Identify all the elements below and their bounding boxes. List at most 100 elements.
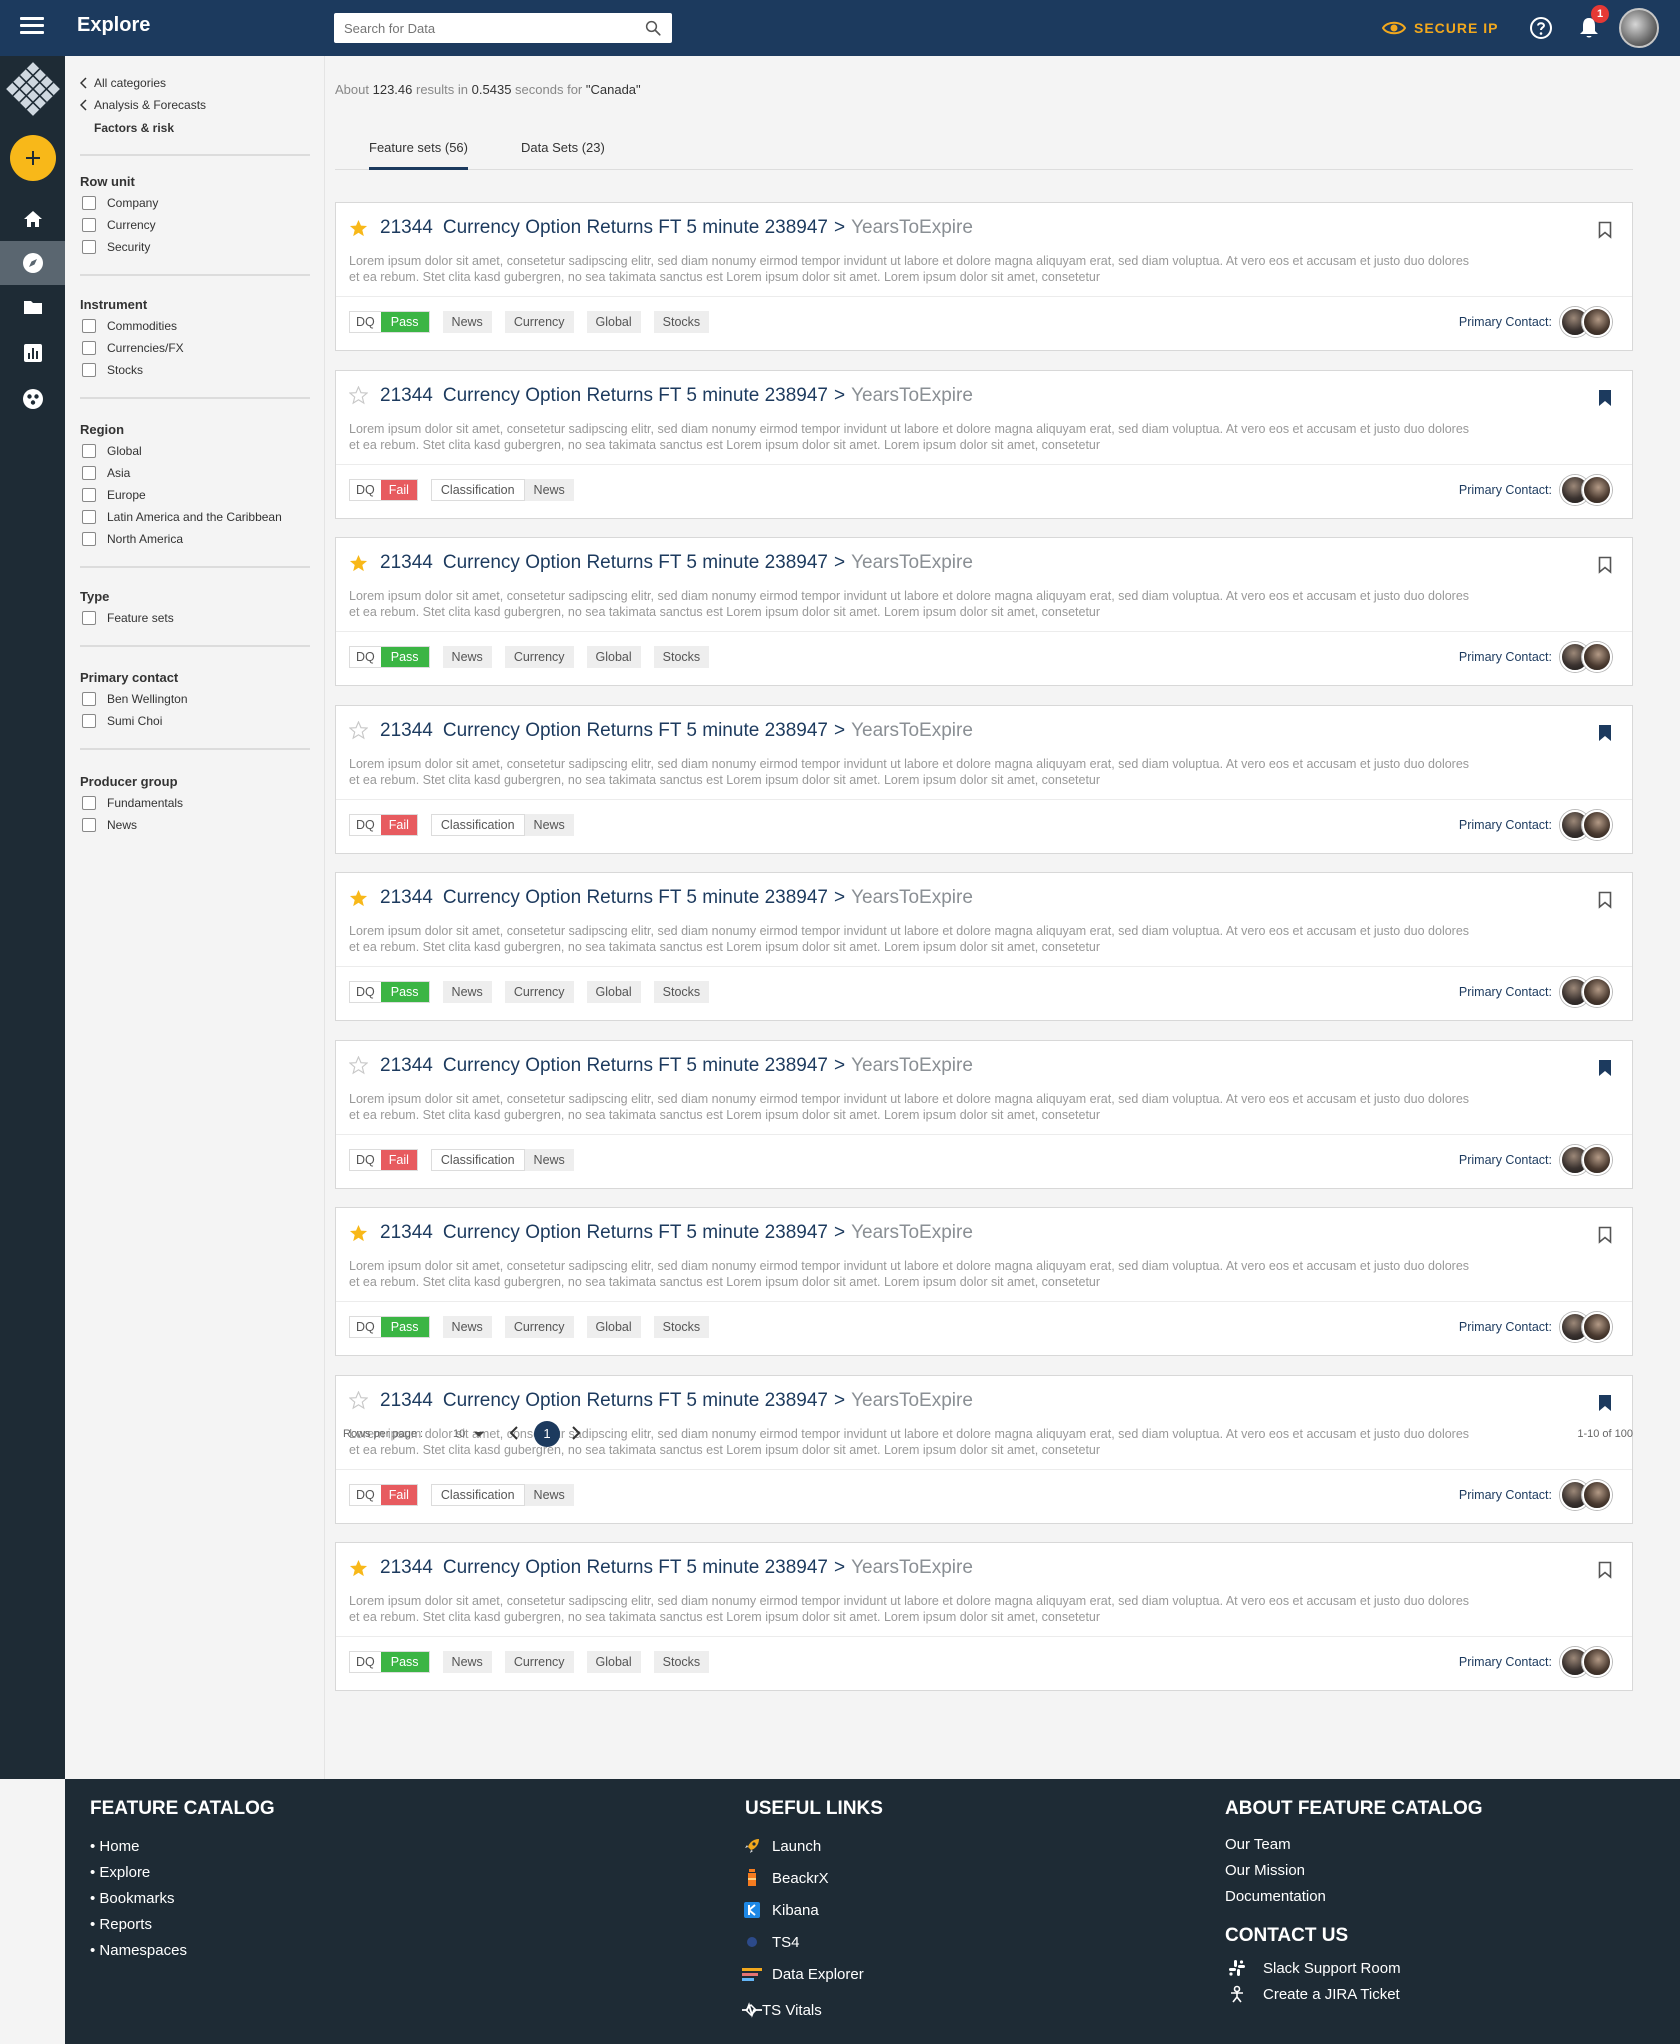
result-card[interactable]: 21344 Currency Option Returns FT 5 minute… xyxy=(335,369,1633,519)
footer-link-ts4[interactable]: TS4 xyxy=(742,1933,800,1951)
tag[interactable]: News xyxy=(524,1148,574,1171)
tag[interactable]: News xyxy=(442,311,492,333)
rail-item-namespaces[interactable] xyxy=(0,377,65,421)
footer-link-documentation[interactable]: Documentation xyxy=(1225,1888,1326,1905)
facet-option[interactable]: News xyxy=(82,818,137,832)
bookmark-icon[interactable] xyxy=(1598,389,1612,407)
help-icon[interactable] xyxy=(1529,16,1553,40)
checkbox[interactable] xyxy=(82,240,96,254)
tag[interactable]: Classification xyxy=(430,1148,525,1171)
footer-link-reports[interactable]: • Reports xyxy=(90,1912,187,1938)
card-title[interactable]: 21344 Currency Option Returns FT 5 minute… xyxy=(349,552,973,574)
footer-link-explore[interactable]: • Explore xyxy=(90,1860,187,1886)
tag[interactable]: Classification xyxy=(430,813,525,836)
footer-link-bookmarks[interactable]: • Bookmarks xyxy=(90,1886,187,1912)
star-icon[interactable] xyxy=(349,386,368,405)
tag[interactable]: Classification xyxy=(430,1483,525,1506)
card-title[interactable]: 21344 Currency Option Returns FT 5 minute… xyxy=(349,217,973,239)
star-icon[interactable] xyxy=(349,1559,368,1578)
bookmark-icon[interactable] xyxy=(1598,221,1612,239)
tag[interactable]: Stocks xyxy=(653,1651,710,1673)
footer-link-our-team[interactable]: Our Team xyxy=(1225,1836,1291,1853)
footer-link-launch[interactable]: Launch xyxy=(742,1837,821,1855)
tag[interactable]: News xyxy=(442,646,492,668)
avatar[interactable] xyxy=(1582,1647,1612,1677)
facet-option[interactable]: Company xyxy=(82,196,158,210)
bookmark-icon[interactable] xyxy=(1598,724,1612,742)
tag[interactable]: News xyxy=(442,1316,492,1338)
star-icon[interactable] xyxy=(349,889,368,908)
chevron-left-icon[interactable] xyxy=(509,1425,519,1441)
page-button-current[interactable]: 1 xyxy=(534,1421,560,1447)
tag[interactable]: Currency xyxy=(504,1316,574,1338)
facet-option[interactable]: Stocks xyxy=(82,363,143,377)
tag[interactable]: Global xyxy=(586,1651,641,1673)
diamond-logo[interactable] xyxy=(6,62,60,116)
tag[interactable]: Currency xyxy=(504,311,574,333)
card-title[interactable]: 21344 Currency Option Returns FT 5 minute… xyxy=(349,720,973,742)
facet-option[interactable]: Commodities xyxy=(82,319,177,333)
tag[interactable]: Currency xyxy=(504,981,574,1003)
tag[interactable]: Classification xyxy=(430,478,525,501)
facet-option[interactable]: Feature sets xyxy=(82,611,174,625)
bookmark-icon[interactable] xyxy=(1598,1059,1612,1077)
facet-option[interactable]: Sumi Choi xyxy=(82,714,162,728)
tag[interactable]: News xyxy=(442,1651,492,1673)
checkbox[interactable] xyxy=(82,196,96,210)
checkbox[interactable] xyxy=(82,796,96,810)
add-button[interactable] xyxy=(10,135,56,181)
rows-per-page-select[interactable]: 10 xyxy=(453,1428,485,1440)
footer-link-beackrx[interactable]: BeackrX xyxy=(742,1869,829,1887)
result-card[interactable]: 21344 Currency Option Returns FT 5 minute… xyxy=(335,1039,1633,1189)
tag[interactable]: Stocks xyxy=(653,981,710,1003)
menu-icon[interactable] xyxy=(20,17,44,39)
checkbox[interactable] xyxy=(82,466,96,480)
facet-option[interactable]: North America xyxy=(82,532,183,546)
card-title[interactable]: 21344 Currency Option Returns FT 5 minute… xyxy=(349,1222,973,1244)
avatar[interactable] xyxy=(1582,809,1612,840)
checkbox[interactable] xyxy=(82,218,96,232)
search-icon[interactable] xyxy=(644,19,662,37)
result-card[interactable]: 21344 Currency Option Returns FT 5 minute… xyxy=(335,872,1633,1021)
secure-ip-indicator[interactable]: SECURE IP xyxy=(1382,17,1498,39)
rail-item-folders[interactable] xyxy=(0,285,65,329)
card-title[interactable]: 21344 Currency Option Returns FT 5 minute… xyxy=(349,1390,973,1412)
bookmark-icon[interactable] xyxy=(1598,1226,1612,1244)
facet-option[interactable]: Europe xyxy=(82,488,146,502)
result-card[interactable]: 21344 Currency Option Returns FT 5 minute… xyxy=(335,704,1633,854)
result-card[interactable]: 21344 Currency Option Returns FT 5 minute… xyxy=(335,1542,1633,1691)
tab-feature-sets[interactable]: Feature sets (56) xyxy=(369,140,468,170)
footer-link-kibana[interactable]: Kibana xyxy=(742,1901,819,1919)
tag[interactable]: Stocks xyxy=(653,1316,710,1338)
card-title[interactable]: 21344 Currency Option Returns FT 5 minute… xyxy=(349,1557,973,1579)
bookmark-icon[interactable] xyxy=(1598,1561,1612,1579)
facet-option[interactable]: Latin America and the Caribbean xyxy=(82,510,282,524)
checkbox[interactable] xyxy=(82,714,96,728)
checkbox[interactable] xyxy=(82,818,96,832)
checkbox[interactable] xyxy=(82,319,96,333)
tag[interactable]: Stocks xyxy=(653,646,710,668)
breadcrumb-analysis[interactable]: Analysis & Forecasts xyxy=(80,98,206,112)
star-icon[interactable] xyxy=(349,721,368,740)
tag[interactable]: Global xyxy=(586,311,641,333)
footer-link-home[interactable]: • Home xyxy=(90,1834,187,1860)
search-box[interactable] xyxy=(334,13,672,43)
rail-item-home[interactable] xyxy=(0,197,65,241)
star-icon[interactable] xyxy=(349,219,368,238)
checkbox[interactable] xyxy=(82,488,96,502)
card-title[interactable]: 21344 Currency Option Returns FT 5 minute… xyxy=(349,385,973,407)
bookmark-icon[interactable] xyxy=(1598,556,1612,574)
avatar[interactable] xyxy=(1582,307,1612,337)
checkbox[interactable] xyxy=(82,341,96,355)
star-icon[interactable] xyxy=(349,1224,368,1243)
facet-option[interactable]: Currencies/FX xyxy=(82,341,184,355)
result-card[interactable]: 21344 Currency Option Returns FT 5 minute… xyxy=(335,1374,1633,1524)
bookmark-icon[interactable] xyxy=(1598,891,1612,909)
breadcrumb-all-categories[interactable]: All categories xyxy=(80,76,166,90)
checkbox[interactable] xyxy=(82,510,96,524)
facet-option[interactable]: Security xyxy=(82,240,150,254)
avatar[interactable] xyxy=(1582,977,1612,1007)
result-card[interactable]: 21344 Currency Option Returns FT 5 minute… xyxy=(335,202,1633,351)
tag[interactable]: Currency xyxy=(504,646,574,668)
result-card[interactable]: 21344 Currency Option Returns FT 5 minute… xyxy=(335,1207,1633,1356)
